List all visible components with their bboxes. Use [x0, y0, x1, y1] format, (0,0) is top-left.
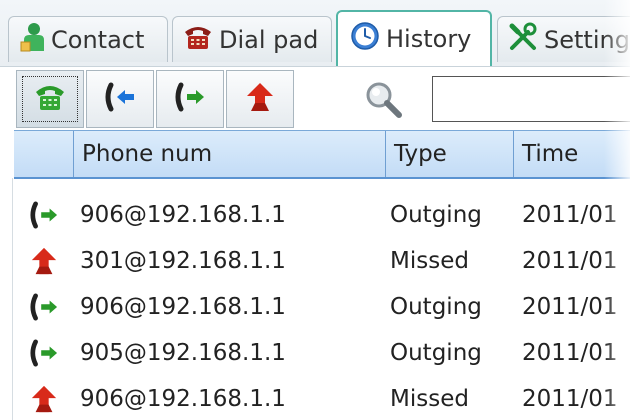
table-row[interactable]: 905@192.168.1.1 Outging 2011/01 [14, 330, 630, 376]
phone-num-cell: 906@192.168.1.1 [80, 202, 286, 228]
type-cell: Missed [390, 386, 469, 412]
tab-dial-pad[interactable]: Dial pad [172, 16, 332, 62]
column-header-phone-num[interactable]: Phone num [74, 131, 386, 177]
telephone-icon [183, 23, 213, 57]
column-header-time[interactable]: Time [514, 131, 630, 177]
history-table-header: Phone num Type Time [14, 130, 630, 179]
search-input[interactable] [432, 76, 630, 122]
missed-call-icon [22, 238, 66, 284]
contact-icon [19, 22, 45, 58]
tab-label: Contact [51, 25, 145, 54]
column-header-label: Phone num [82, 141, 213, 167]
phone-num-cell: 905@192.168.1.1 [80, 340, 286, 366]
tab-label: Dial pad [219, 25, 319, 54]
outgoing-calls-button[interactable] [156, 70, 224, 128]
tab-label: Settings [544, 25, 630, 54]
tab-settings[interactable]: Settings [497, 16, 630, 62]
history-table-body: 906@192.168.1.1 Outging 2011/01 301@192.… [14, 178, 630, 420]
tab-contact[interactable]: Contact [8, 16, 168, 62]
column-header-type[interactable]: Type [386, 131, 514, 177]
incoming-call-icon [103, 82, 137, 116]
time-cell: 2011/01 [522, 386, 618, 412]
incoming-calls-button[interactable] [86, 70, 154, 128]
table-row[interactable]: 906@192.168.1.1 Outging 2011/01 [14, 284, 630, 330]
tab-label: History [386, 25, 472, 53]
table-row[interactable]: 906@192.168.1.1 Missed 2011/01 [14, 376, 630, 420]
history-toolbar [12, 70, 630, 130]
type-cell: Outging [390, 294, 482, 320]
outgoing-call-icon [22, 192, 66, 238]
type-cell: Outging [390, 202, 482, 228]
tab-history[interactable]: History [336, 10, 492, 66]
column-header-label: Time [522, 141, 579, 167]
missed-calls-button[interactable] [226, 70, 294, 128]
missed-call-icon [245, 81, 275, 117]
outgoing-call-icon [173, 82, 207, 116]
time-cell: 2011/01 [522, 340, 618, 366]
column-header-label: Type [394, 141, 447, 167]
tools-icon [508, 22, 538, 58]
history-window: Contact Dial pad History Setting Phone n… [0, 0, 630, 420]
type-cell: Missed [390, 248, 469, 274]
magnifier-icon [364, 80, 404, 120]
clock-icon [350, 21, 380, 57]
all-calls-button[interactable] [16, 70, 84, 128]
tab-bar: Contact Dial pad History Setting [0, 0, 630, 67]
focus-ring [22, 76, 78, 122]
type-cell: Outging [390, 340, 482, 366]
time-cell: 2011/01 [522, 294, 618, 320]
column-header-icon[interactable] [14, 131, 74, 177]
phone-num-cell: 906@192.168.1.1 [80, 294, 286, 320]
table-left-border [12, 178, 13, 420]
phone-num-cell: 906@192.168.1.1 [80, 386, 286, 412]
time-cell: 2011/01 [522, 248, 618, 274]
table-row[interactable]: 301@192.168.1.1 Missed 2011/01 [14, 238, 630, 284]
table-row[interactable]: 906@192.168.1.1 Outging 2011/01 [14, 192, 630, 238]
phone-num-cell: 301@192.168.1.1 [80, 248, 286, 274]
time-cell: 2011/01 [522, 202, 618, 228]
missed-call-icon [22, 376, 66, 420]
outgoing-call-icon [22, 330, 66, 376]
outgoing-call-icon [22, 284, 66, 330]
